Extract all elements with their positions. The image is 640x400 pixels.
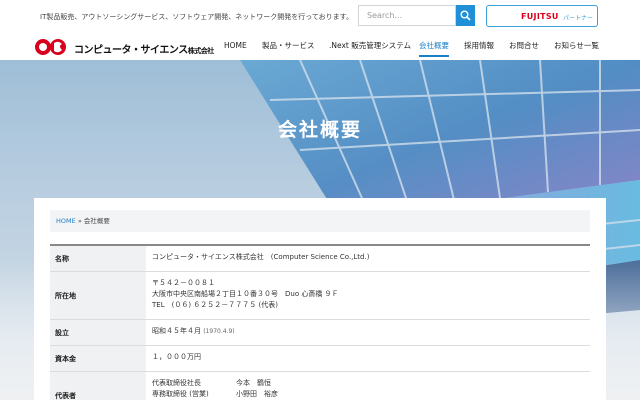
info-row-address: 所在地 〒５４２－００８１ 大阪市中央区南船場２丁目１０番３０号 Duo 心斎橋… bbox=[50, 272, 590, 320]
search-icon bbox=[460, 10, 471, 21]
fujitsu-partner-badge[interactable]: FUJITSU パートナー bbox=[486, 5, 598, 27]
info-row-founded: 設立 昭和４５年４月 (1970.4.9) bbox=[50, 320, 590, 346]
info-row-name: 名称 コンピュータ・サイエンス株式会社 (Computer Science Co… bbox=[50, 246, 590, 272]
row-value: コンピュータ・サイエンス株式会社 (Computer Science Co.,L… bbox=[152, 253, 370, 261]
content-card: HOME » 会社概要 名称 コンピュータ・サイエンス株式会社 (Compute… bbox=[34, 198, 606, 400]
row-label: 設立 bbox=[50, 320, 146, 345]
info-row-executives: 代表者 代表取締役社長 今本 鶴恒 専務取締役 (営業) 小野田 裕彦 bbox=[50, 372, 590, 400]
nav-products[interactable]: 製品・サービス bbox=[262, 35, 315, 57]
site-logo[interactable]: コンピュータ・サイエンス株式会社 bbox=[34, 37, 214, 57]
breadcrumb-separator: » bbox=[77, 217, 82, 225]
logo-mark-icon bbox=[35, 39, 66, 55]
search-button[interactable] bbox=[456, 5, 475, 26]
breadcrumb-home-link[interactable]: HOME bbox=[56, 217, 76, 225]
row-value: 昭和４５年４月 (1970.4.9) bbox=[152, 327, 235, 335]
nav-recruit[interactable]: 採用情報 bbox=[464, 35, 494, 57]
nav-company[interactable]: 会社概要 bbox=[419, 35, 449, 57]
page-title: 会社概要 bbox=[277, 119, 362, 141]
row-value: １，０００万円 bbox=[152, 353, 201, 361]
row-value: 〒５４２－００８１ 大阪市中央区南船場２丁目１０番３０号 Duo 心斎橋 ９Ｆ … bbox=[152, 279, 339, 309]
row-label: 名称 bbox=[50, 246, 146, 271]
info-row-capital: 資本金 １，０００万円 bbox=[50, 346, 590, 372]
nav-home[interactable]: HOME bbox=[224, 35, 247, 57]
logo-text: コンピュータ・サイエンス株式会社 bbox=[74, 45, 214, 56]
search-input[interactable]: Search... bbox=[358, 5, 456, 26]
fujitsu-logo: FUJITSU bbox=[521, 12, 559, 21]
row-label: 資本金 bbox=[50, 346, 146, 371]
row-value: 代表取締役社長 今本 鶴恒 専務取締役 (営業) 小野田 裕彦 bbox=[152, 379, 278, 398]
company-info-table: 名称 コンピュータ・サイエンス株式会社 (Computer Science Co… bbox=[50, 244, 590, 400]
nav-contact[interactable]: お問合せ bbox=[509, 35, 539, 57]
breadcrumb: HOME » 会社概要 bbox=[50, 210, 590, 232]
row-label: 代表者 bbox=[50, 372, 146, 400]
site-tagline: IT製品販売、アウトソーシングサービス、ソフトウェア開発、ネットワーク開発を行っ… bbox=[40, 13, 353, 21]
nav-news[interactable]: お知らせ一覧 bbox=[554, 35, 599, 57]
nav-next-system[interactable]: .Next 販売管理システム bbox=[329, 35, 411, 57]
site-header: IT製品販売、アウトソーシングサービス、ソフトウェア開発、ネットワーク開発を行っ… bbox=[0, 0, 640, 60]
partner-label: パートナー bbox=[563, 15, 594, 22]
row-label: 所在地 bbox=[50, 272, 146, 319]
breadcrumb-current: 会社概要 bbox=[83, 217, 110, 225]
